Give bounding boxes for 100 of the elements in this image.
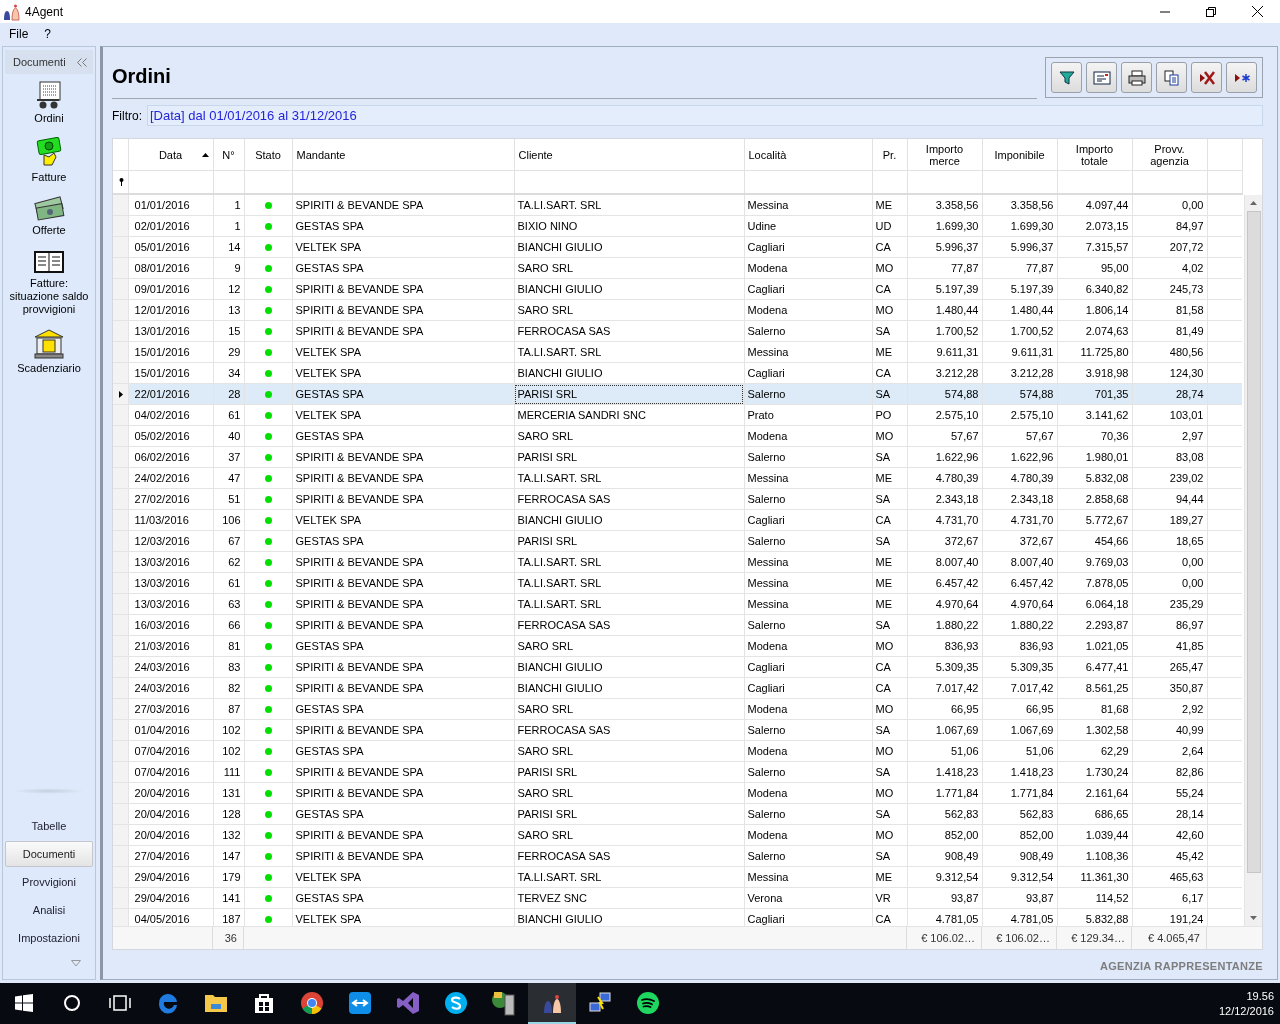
section-button[interactable]: Analisi (5, 897, 93, 923)
scroll-down-icon[interactable] (1250, 916, 1257, 920)
table-cell: 6.457,42 (907, 572, 982, 594)
table-cell: MO (872, 782, 907, 804)
table-cell: 372,67 (907, 530, 982, 552)
table-cell: 66,95 (982, 698, 1057, 720)
table-cell: 1.771,84 (982, 782, 1057, 804)
table-cell: 1.039,44 (1057, 824, 1132, 846)
table-cell: 34 (213, 362, 244, 384)
toolbar-button[interactable] (1086, 62, 1117, 93)
table-cell: TA.LI.SART. SRL (514, 467, 744, 489)
table-cell: SPIRITI & BEVANDE SPA (292, 614, 514, 636)
table-cell: 235,29 (1132, 593, 1207, 615)
table-cell: 2.074,63 (1057, 320, 1132, 342)
scrollbar[interactable] (1244, 195, 1262, 926)
table-cell: 836,93 (907, 635, 982, 657)
filter-icon (1058, 69, 1075, 86)
remote-icon[interactable] (348, 990, 372, 1015)
table-cell: Messina (744, 195, 872, 216)
table-cell: 562,83 (982, 803, 1057, 825)
table-cell: SA (872, 488, 907, 510)
section-button[interactable]: Tabelle (5, 813, 93, 839)
studio-icon[interactable] (396, 990, 420, 1015)
toolbar-button[interactable] (1121, 62, 1152, 93)
sidebar-item[interactable]: Ordini (32, 112, 66, 125)
table-cell: 1.302,58 (1057, 719, 1132, 741)
table-cell: 29/04/2016 (128, 887, 213, 909)
network-icon[interactable] (588, 990, 612, 1015)
table-cell: FERROCASA SAS (514, 719, 744, 741)
sidebar-item[interactable]: Scadenziario (15, 362, 83, 375)
store-icon[interactable] (253, 991, 275, 1014)
table-cell: 15 (213, 320, 244, 342)
column-header[interactable]: Località (744, 139, 872, 171)
table-cell: MO (872, 698, 907, 720)
toolbar-button[interactable] (1191, 62, 1222, 93)
sidebar-item[interactable]: Offerte (30, 224, 68, 237)
filter-field[interactable]: [Data] dal 01/01/2016 al 31/12/2016 (147, 105, 1263, 126)
table-cell: 28,14 (1132, 803, 1207, 825)
sidebar-item[interactable]: Fatture: situazione saldo provvigioni (3, 277, 95, 316)
column-header[interactable]: N° (213, 139, 244, 171)
table-cell: 02/01/2016 (128, 215, 213, 237)
page-title: Ordini (112, 65, 171, 88)
table-cell: ME (872, 467, 907, 489)
table-cell: CA (872, 236, 907, 258)
menu-item[interactable]: ? (38, 26, 58, 41)
table-cell: 9.611,31 (982, 341, 1057, 363)
table-cell: 1 (213, 195, 244, 216)
table-cell: SA (872, 614, 907, 636)
table-cell: 265,47 (1132, 656, 1207, 678)
table-cell: 4.780,39 (982, 467, 1057, 489)
table-cell: 852,00 (907, 824, 982, 846)
table-cell: 11.725,80 (1057, 341, 1132, 363)
table-cell: 147 (213, 845, 244, 867)
sum-total: € 4.065,47 (1132, 927, 1207, 949)
window-title: 4Agent (25, 4, 65, 19)
column-header[interactable]: Data (128, 139, 213, 171)
table-cell: Modena (744, 257, 872, 279)
server-icon[interactable] (491, 989, 517, 1016)
table-cell: 83,08 (1132, 446, 1207, 468)
table-cell: 42,60 (1132, 824, 1207, 846)
table-cell: 1.880,22 (982, 614, 1057, 636)
table-cell: 102 (213, 719, 244, 741)
table-cell: 207,72 (1132, 236, 1207, 258)
column-header[interactable]: Importo totale (1057, 139, 1132, 171)
chrome-icon[interactable] (300, 990, 324, 1015)
column-header[interactable]: Imponibile (982, 139, 1057, 171)
column-header[interactable]: Pr. (872, 139, 907, 171)
table-cell: 131 (213, 782, 244, 804)
table-cell: Salerno (744, 530, 872, 552)
toolbar-button[interactable] (1051, 62, 1082, 93)
table-cell: CA (872, 656, 907, 678)
table-cell: 3.358,56 (982, 195, 1057, 216)
table-cell: 82,86 (1132, 761, 1207, 783)
spotify-icon[interactable] (636, 990, 660, 1015)
section-button[interactable]: Documenti (5, 841, 93, 867)
column-header[interactable]: Importo merce (907, 139, 982, 171)
table-cell: 465,63 (1132, 866, 1207, 888)
toolbar-button[interactable] (1226, 62, 1257, 93)
table-cell: SPIRITI & BEVANDE SPA (292, 278, 514, 300)
collapse-icon[interactable] (77, 57, 87, 67)
section-button[interactable]: Impostazioni (5, 925, 93, 951)
table-cell: 2.575,10 (982, 404, 1057, 426)
column-header[interactable]: Cliente (514, 139, 744, 171)
table-cell: BIXIO NINO (514, 215, 744, 237)
table-cell: FERROCASA SAS (514, 614, 744, 636)
company-name: AGENZIA RAPPRESENTANZE (1098, 959, 1263, 974)
close-icon (1251, 6, 1263, 17)
column-header[interactable]: Provv. agenzia (1132, 139, 1207, 171)
table-cell: 1.418,23 (982, 761, 1057, 783)
column-header[interactable]: Mandante (292, 139, 514, 171)
sidebar-item[interactable]: Fatture (29, 171, 69, 184)
copy-icon (1163, 69, 1180, 86)
table-cell: TA.LI.SART. SRL (514, 866, 744, 888)
toolbar-button[interactable] (1156, 62, 1187, 93)
column-header[interactable]: Stato (244, 139, 292, 171)
section-button[interactable]: Provvigioni (5, 869, 93, 895)
skype-icon[interactable] (444, 990, 468, 1015)
menu-item[interactable]: File (3, 26, 35, 41)
scroll-up-icon[interactable] (1250, 201, 1257, 205)
table-cell: 05/01/2016 (128, 236, 213, 258)
